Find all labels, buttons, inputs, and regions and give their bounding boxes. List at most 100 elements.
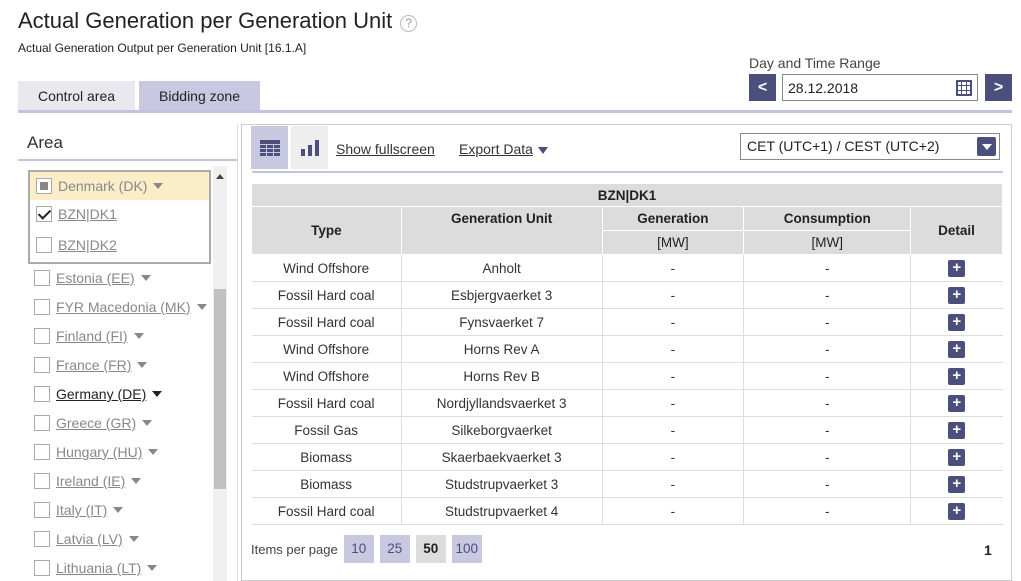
generation-cell: - (602, 281, 745, 309)
scroll-up-arrow-icon[interactable] (216, 174, 224, 179)
area-item-label[interactable]: Estonia (EE) (56, 270, 135, 286)
area-item-latvia[interactable]: Latvia (LV) (34, 531, 139, 547)
bzn-dk2-checkbox[interactable] (36, 237, 52, 253)
bar-chart-icon (300, 139, 319, 156)
area-item-finland[interactable]: Finland (FI) (34, 328, 144, 344)
area-item-label[interactable]: Ireland (IE) (56, 473, 125, 489)
checkbox[interactable] (34, 386, 50, 402)
chevron-down-icon[interactable] (142, 420, 153, 426)
area-item-label[interactable]: BZN|DK2 (58, 237, 117, 253)
chevron-down-icon[interactable] (148, 449, 159, 455)
unit-cell: Esbjergvaerket 3 (401, 281, 603, 309)
table-view-button[interactable] (251, 126, 288, 169)
calendar-icon[interactable] (956, 80, 972, 96)
date-input[interactable] (782, 74, 978, 101)
generation-cell: - (602, 497, 745, 525)
area-item-label[interactable]: Latvia (LV) (56, 531, 123, 547)
next-day-button[interactable]: > (985, 74, 1012, 101)
area-item-greece[interactable]: Greece (GR) (34, 415, 153, 431)
timezone-select[interactable]: CET (UTC+1) / CEST (UTC+2) (740, 133, 1000, 160)
table-row: Wind Offshore Horns Rev A - - + (251, 335, 1003, 363)
current-page-number[interactable]: 1 (984, 542, 992, 558)
chevron-down-icon[interactable] (131, 478, 142, 484)
page-size-100-button[interactable]: 100 (451, 535, 482, 563)
denmark-checkbox[interactable] (36, 178, 52, 194)
tab-control-area[interactable]: Control area (18, 81, 136, 112)
checkbox[interactable] (34, 444, 50, 460)
expand-detail-button[interactable]: + (948, 259, 966, 277)
detail-cell: + (910, 254, 1003, 282)
expand-detail-button[interactable]: + (948, 394, 966, 412)
checkbox[interactable] (34, 415, 50, 431)
page-size-25-button[interactable]: 25 (379, 535, 410, 563)
chevron-down-icon[interactable] (196, 304, 207, 310)
expand-detail-button[interactable]: + (948, 475, 966, 493)
expand-detail-button[interactable]: + (948, 448, 966, 466)
export-data-link[interactable]: Export Data (459, 141, 548, 157)
chevron-down-icon[interactable] (128, 536, 139, 542)
type-cell: Wind Offshore (251, 335, 402, 363)
chevron-down-icon[interactable] (153, 183, 164, 189)
column-header-consumption: Consumption (743, 206, 912, 231)
export-data-label[interactable]: Export Data (459, 141, 533, 157)
area-item-label[interactable]: Italy (IT) (56, 502, 107, 518)
generation-cell: - (602, 254, 745, 282)
area-item-label[interactable]: Greece (GR) (56, 415, 136, 431)
area-item-germany[interactable]: Germany (DE) (34, 386, 163, 402)
expand-detail-button[interactable]: + (948, 340, 966, 358)
checkbox[interactable] (34, 328, 50, 344)
chart-view-button[interactable] (291, 126, 328, 169)
consumption-cell: - (743, 443, 912, 471)
bzn-dk1-checkbox[interactable] (36, 206, 52, 222)
page-size-10-button[interactable]: 10 (343, 535, 374, 563)
unit-cell: Horns Rev B (401, 362, 603, 390)
area-item-estonia[interactable]: Estonia (EE) (34, 270, 151, 286)
show-fullscreen-link[interactable]: Show fullscreen (336, 141, 435, 157)
checkbox[interactable] (34, 473, 50, 489)
area-item-label[interactable]: Finland (FI) (56, 328, 128, 344)
checkbox[interactable] (34, 502, 50, 518)
chevron-down-icon[interactable] (147, 565, 158, 571)
chevron-down-icon[interactable] (137, 362, 148, 368)
chevron-down-icon[interactable] (537, 146, 548, 154)
help-icon[interactable]: ? (400, 14, 418, 32)
chevron-down-icon[interactable] (133, 333, 144, 339)
consumption-cell: - (743, 389, 912, 417)
area-item-label[interactable]: FYR Macedonia (MK) (56, 299, 191, 315)
tab-bidding-zone[interactable]: Bidding zone (139, 81, 260, 112)
page-size-50-button[interactable]: 50 (415, 535, 446, 563)
dropdown-icon[interactable] (977, 137, 996, 156)
table-icon (259, 139, 280, 156)
area-item-lithuania[interactable]: Lithuania (LT) (34, 560, 158, 576)
checkbox[interactable] (34, 560, 50, 576)
checkbox[interactable] (34, 357, 50, 373)
expand-detail-button[interactable]: + (948, 421, 966, 439)
checkbox[interactable] (34, 270, 50, 286)
checkbox[interactable] (34, 531, 50, 547)
previous-day-button[interactable]: < (749, 74, 776, 101)
scrollbar-thumb[interactable] (214, 289, 226, 489)
area-item-italy[interactable]: Italy (IT) (34, 502, 124, 518)
detail-cell: + (910, 389, 1003, 417)
area-item-label[interactable]: Lithuania (LT) (56, 560, 141, 576)
area-item-france[interactable]: France (FR) (34, 357, 148, 373)
chevron-down-icon[interactable] (140, 275, 151, 281)
expand-detail-button[interactable]: + (948, 502, 966, 520)
area-item-bzn-dk2[interactable]: BZN|DK2 (36, 237, 117, 253)
expand-detail-button[interactable]: + (948, 313, 966, 331)
area-item-label[interactable]: Germany (DE) (56, 386, 146, 402)
checkbox[interactable] (34, 299, 50, 315)
area-item-ireland[interactable]: Ireland (IE) (34, 473, 142, 489)
area-item-label[interactable]: BZN|DK1 (58, 206, 117, 222)
area-item-bzn-dk1[interactable]: BZN|DK1 (36, 206, 117, 222)
area-item-hungary[interactable]: Hungary (HU) (34, 444, 159, 460)
chevron-down-icon[interactable] (152, 391, 163, 397)
area-item-label[interactable]: Denmark (DK) (58, 178, 147, 194)
chevron-down-icon[interactable] (113, 507, 124, 513)
area-item-label[interactable]: Hungary (HU) (56, 444, 142, 460)
expand-detail-button[interactable]: + (948, 367, 966, 385)
expand-detail-button[interactable]: + (948, 286, 966, 304)
area-item-fyr-macedonia[interactable]: FYR Macedonia (MK) (34, 299, 207, 315)
area-item-label[interactable]: France (FR) (56, 357, 131, 373)
area-item-denmark[interactable]: Denmark (DK) (36, 178, 164, 194)
